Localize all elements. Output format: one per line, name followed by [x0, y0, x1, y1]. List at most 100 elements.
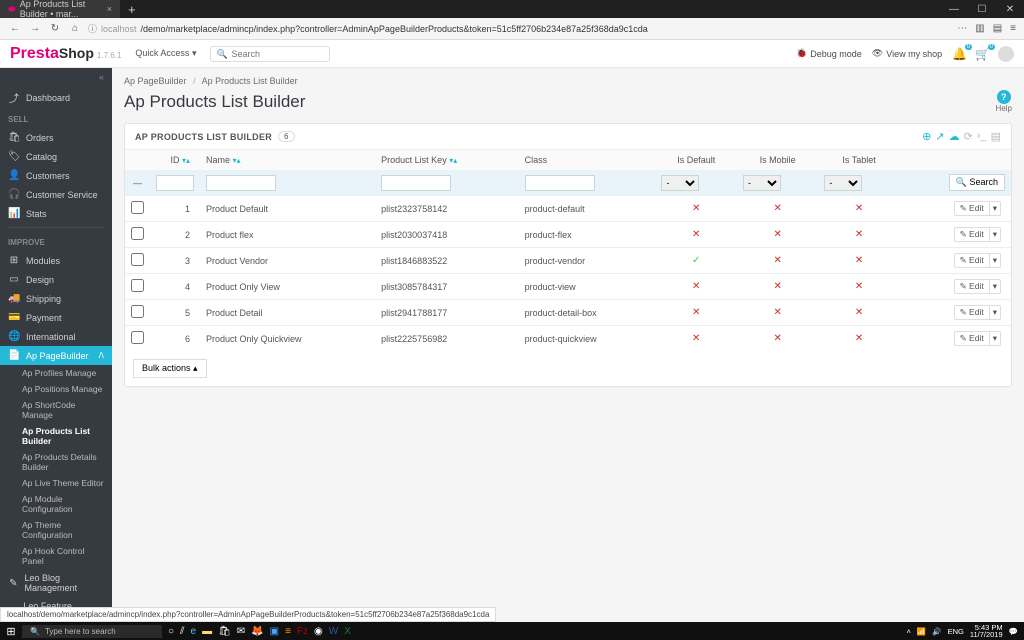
- edit-button[interactable]: ✎ Edit: [954, 331, 990, 346]
- edit-caret[interactable]: ▾: [990, 253, 1001, 268]
- row-checkbox[interactable]: [131, 279, 144, 292]
- filter-class-input[interactable]: [525, 175, 595, 191]
- sidebar-sub-profiles[interactable]: Ap Profiles Manage: [0, 365, 112, 381]
- col-name[interactable]: Name ▾▴: [200, 150, 375, 170]
- cross-icon[interactable]: ✕: [773, 281, 781, 292]
- sidebar-sub-positions[interactable]: Ap Positions Manage: [0, 381, 112, 397]
- db-icon[interactable]: ▤: [991, 130, 1001, 143]
- volume-icon[interactable]: 🔊: [932, 627, 941, 636]
- edit-button[interactable]: ✎ Edit: [954, 201, 990, 216]
- table-row[interactable]: 6Product Only Quickviewplist2225756982pr…: [125, 326, 1011, 352]
- sidebar-item-customer-service[interactable]: 🎧Customer Service: [0, 185, 112, 204]
- help-button[interactable]: ? Help: [996, 90, 1012, 113]
- sidebar-sub-shortcode[interactable]: Ap ShortCode Manage: [0, 397, 112, 423]
- edit-button[interactable]: ✎ Edit: [954, 227, 990, 242]
- debug-mode-toggle[interactable]: 🐞 Debug mode: [796, 48, 862, 59]
- cross-icon[interactable]: ✕: [773, 203, 781, 214]
- home-icon[interactable]: ⌂: [68, 23, 82, 34]
- close-window-button[interactable]: ✕: [996, 4, 1024, 15]
- bulk-actions-dropdown[interactable]: Bulk actions ▴: [133, 359, 207, 378]
- firefox-icon[interactable]: 🦊: [251, 626, 263, 637]
- cart-icon[interactable]: 🛒0: [975, 47, 990, 61]
- search-input[interactable]: [210, 46, 330, 62]
- sidebar-item-catalog[interactable]: 🏷Catalog: [0, 147, 112, 166]
- edit-caret[interactable]: ▾: [990, 279, 1001, 294]
- cortana-icon[interactable]: ○: [168, 626, 174, 637]
- edit-caret[interactable]: ▾: [990, 201, 1001, 216]
- cross-icon[interactable]: ✕: [855, 281, 863, 292]
- sidebar-item-stats[interactable]: 📊Stats: [0, 204, 112, 223]
- clock[interactable]: 5:43 PM 11/7/2019: [970, 624, 1003, 639]
- sql-icon[interactable]: ›_: [977, 130, 987, 143]
- sublime-icon[interactable]: ≡: [285, 626, 291, 637]
- browser-tab[interactable]: ⬬ Ap Products List Builder • mar... ×: [0, 0, 120, 18]
- edit-caret[interactable]: ▾: [990, 227, 1001, 242]
- sidebar-item-international[interactable]: 🌐International: [0, 327, 112, 346]
- sidebar-sub-hook[interactable]: Ap Hook Control Panel: [0, 543, 112, 569]
- sidebar-sub-products-list[interactable]: Ap Products List Builder: [0, 423, 112, 449]
- taskbar-search[interactable]: 🔍Type here to search: [22, 625, 162, 638]
- check-icon[interactable]: ✓: [692, 255, 700, 266]
- start-button[interactable]: ⊞: [0, 625, 22, 638]
- cross-icon[interactable]: ✕: [692, 203, 700, 214]
- filter-name-input[interactable]: [206, 175, 276, 191]
- back-icon[interactable]: ←: [8, 23, 22, 34]
- sidebar-item-dashboard[interactable]: ⤴Dashboard: [0, 86, 112, 109]
- col-plist-key[interactable]: Product List Key ▾▴: [375, 150, 518, 170]
- cross-icon[interactable]: ✕: [855, 203, 863, 214]
- row-checkbox[interactable]: [131, 331, 144, 344]
- sidebar-item-payment[interactable]: 💳Payment: [0, 308, 112, 327]
- breadcrumb-lvl1[interactable]: Ap PageBuilder: [124, 76, 187, 86]
- cross-icon[interactable]: ✕: [855, 255, 863, 266]
- sidebar-item-appagebuilder[interactable]: 📄Ap PageBuilderᐱ: [0, 346, 112, 365]
- sidebar-item-modules[interactable]: ⊞Modules: [0, 251, 112, 270]
- tray-chevron-icon[interactable]: ˄: [907, 627, 911, 636]
- taskview-icon[interactable]: ⫽: [180, 626, 184, 637]
- library-icon[interactable]: ▥: [975, 23, 984, 34]
- row-checkbox[interactable]: [131, 201, 144, 214]
- table-row[interactable]: 3Product Vendorplist1846883522product-ve…: [125, 248, 1011, 274]
- filter-tablet-select[interactable]: -: [824, 175, 862, 191]
- export-icon[interactable]: ↗: [935, 130, 944, 143]
- word-icon[interactable]: W: [329, 626, 338, 637]
- close-icon[interactable]: ×: [107, 4, 112, 14]
- cross-icon[interactable]: ✕: [773, 333, 781, 344]
- search-button[interactable]: 🔍 Search: [949, 174, 1005, 191]
- explorer-icon[interactable]: ▬: [202, 626, 212, 637]
- lang-indicator[interactable]: ENG: [948, 627, 964, 636]
- row-checkbox[interactable]: [131, 305, 144, 318]
- cross-icon[interactable]: ✕: [855, 307, 863, 318]
- edit-caret[interactable]: ▾: [990, 331, 1001, 346]
- extension-icon[interactable]: ⋯: [957, 23, 967, 34]
- cross-icon[interactable]: ✕: [692, 281, 700, 292]
- col-id[interactable]: ID ▾▴: [150, 150, 200, 170]
- quick-access-dropdown[interactable]: Quick Access ▾: [135, 48, 196, 59]
- add-icon[interactable]: ⊕: [922, 130, 931, 143]
- table-row[interactable]: 2Product flexplist2030037418product-flex…: [125, 222, 1011, 248]
- edit-button[interactable]: ✎ Edit: [954, 305, 990, 320]
- profile-avatar[interactable]: [998, 46, 1014, 62]
- sidebar-sub-theme-config[interactable]: Ap Theme Configuration: [0, 517, 112, 543]
- excel-icon[interactable]: X: [344, 626, 351, 637]
- filezilla-icon[interactable]: Fz: [297, 626, 308, 637]
- edit-button[interactable]: ✎ Edit: [954, 279, 990, 294]
- cross-icon[interactable]: ✕: [773, 229, 781, 240]
- notifications-icon[interactable]: 🔔0: [952, 47, 967, 61]
- filter-id-input[interactable]: [156, 175, 194, 191]
- cross-icon[interactable]: ✕: [773, 307, 781, 318]
- sidebar-sub-live-theme[interactable]: Ap Live Theme Editor: [0, 475, 112, 491]
- filter-mobile-select[interactable]: -: [743, 175, 781, 191]
- maximize-button[interactable]: ☐: [968, 4, 996, 15]
- store-icon[interactable]: 🛍: [218, 626, 231, 637]
- action-center-icon[interactable]: 💬: [1009, 627, 1018, 636]
- cross-icon[interactable]: ✕: [692, 229, 700, 240]
- sidebar-item-design[interactable]: ▭Design: [0, 270, 112, 289]
- view-shop-link[interactable]: 👁 View my shop: [872, 48, 942, 59]
- url-bar[interactable]: ⓘ localhost/demo/marketplace/admincp/ind…: [88, 22, 951, 35]
- app-icon[interactable]: ▣: [270, 626, 279, 637]
- cloud-icon[interactable]: ☁: [949, 130, 960, 143]
- refresh-icon[interactable]: ⟳: [964, 130, 973, 143]
- sidebar-sub-module-config[interactable]: Ap Module Configuration: [0, 491, 112, 517]
- cross-icon[interactable]: ✕: [773, 255, 781, 266]
- edit-caret[interactable]: ▾: [990, 305, 1001, 320]
